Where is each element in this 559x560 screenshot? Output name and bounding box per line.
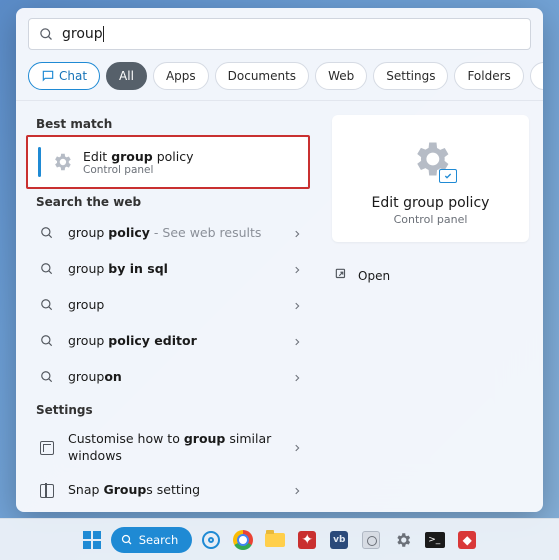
web-result-item[interactable]: group policy - See web results	[22, 215, 318, 251]
search-icon	[38, 298, 56, 312]
search-icon	[38, 262, 56, 276]
pill-settings[interactable]: Settings	[373, 62, 448, 90]
pill-documents[interactable]: Documents	[215, 62, 309, 90]
best-match-text: Edit group policy Control panel	[83, 149, 194, 176]
pill-label: Documents	[228, 69, 296, 83]
settings-result-item[interactable]: Choose what windows and tabs appear when…	[22, 509, 318, 512]
preview-card: Edit group policy Control panel	[332, 115, 529, 242]
taskbar-camera-icon[interactable]	[358, 527, 384, 553]
search-query-text: group	[62, 26, 103, 42]
search-icon	[38, 370, 56, 384]
taskbar: Search ✦ vb >_ ◆	[0, 518, 559, 560]
open-icon	[334, 266, 348, 285]
search-icon	[39, 27, 54, 42]
preview-title: Edit group policy	[372, 195, 490, 211]
taskbar-chrome-icon[interactable]	[230, 527, 256, 553]
pill-label: All	[119, 69, 134, 83]
pill-folders[interactable]: Folders	[454, 62, 523, 90]
gpedit-icon	[51, 151, 73, 173]
pill-web[interactable]: Web	[315, 62, 367, 90]
taskbar-search-label: Search	[139, 533, 179, 547]
taskbar-search-button[interactable]: Search	[111, 527, 193, 553]
results-left: Best match Edit group policy Control pan…	[16, 101, 318, 512]
result-text: group policy editor	[68, 333, 280, 350]
pill-label: Chat	[59, 69, 87, 83]
result-text: Snap Groups setting	[68, 482, 280, 499]
taskbar-target-icon[interactable]	[198, 527, 224, 553]
settings-result-item[interactable]: Snap Groups setting	[22, 473, 318, 509]
pill-all[interactable]: All	[106, 62, 147, 90]
result-text: group policy - See web results	[68, 225, 280, 242]
result-text: group by in sql	[68, 261, 280, 278]
taskbar-terminal-icon[interactable]: >_	[422, 527, 448, 553]
settings-results-list: Customise how to group similar windows S…	[22, 423, 318, 512]
settings-result-item[interactable]: Customise how to group similar windows	[22, 423, 318, 473]
web-result-item[interactable]: group by in sql	[22, 251, 318, 287]
web-result-item[interactable]: group policy editor	[22, 323, 318, 359]
search-icon	[38, 226, 56, 240]
taskbar-anydesk-icon[interactable]: ◆	[454, 527, 480, 553]
snap-icon	[38, 484, 56, 498]
search-icon	[38, 334, 56, 348]
text-cursor	[103, 26, 104, 42]
result-text: group	[68, 297, 280, 314]
chevron-right-icon	[292, 368, 302, 387]
pill-photos[interactable]: Photos	[530, 62, 543, 90]
open-action[interactable]: Open	[332, 260, 529, 291]
open-label: Open	[358, 269, 390, 283]
start-button[interactable]	[79, 527, 105, 553]
section-search-web: Search the web	[22, 187, 318, 215]
pill-apps[interactable]: Apps	[153, 62, 209, 90]
taskbar-settings-icon[interactable]	[390, 527, 416, 553]
pill-label: Apps	[166, 69, 196, 83]
check-badge-icon	[439, 169, 457, 183]
windows-icon	[38, 441, 56, 455]
taskbar-virtualbox-icon[interactable]: vb	[326, 527, 352, 553]
section-settings: Settings	[22, 395, 318, 423]
preview-icon	[409, 137, 453, 181]
taskbar-explorer-icon[interactable]	[262, 527, 288, 553]
web-result-item[interactable]: groupon	[22, 359, 318, 395]
pill-label: Web	[328, 69, 354, 83]
search-icon	[121, 534, 133, 546]
web-results-list: group policy - See web results group by …	[22, 215, 318, 395]
pill-chat[interactable]: Chat	[28, 62, 100, 90]
chevron-right-icon	[292, 260, 302, 279]
pill-label: Folders	[467, 69, 510, 83]
search-row: group	[16, 8, 543, 58]
chevron-right-icon	[292, 296, 302, 315]
chevron-right-icon	[292, 224, 302, 243]
result-text: Customise how to group similar windows	[68, 431, 280, 465]
windows-search-panel: group Chat All Apps Documents Web Settin…	[16, 8, 543, 512]
best-match-result[interactable]: Edit group policy Control panel	[28, 137, 308, 187]
preview-subtitle: Control panel	[394, 213, 468, 226]
section-best-match: Best match	[22, 109, 318, 137]
preview-pane: Edit group policy Control panel Open	[318, 101, 543, 512]
pill-label: Settings	[386, 69, 435, 83]
chevron-right-icon	[292, 332, 302, 351]
result-text: groupon	[68, 369, 280, 386]
chevron-right-icon	[292, 438, 302, 457]
results-columns: Best match Edit group policy Control pan…	[16, 101, 543, 512]
taskbar-extension-icon[interactable]: ✦	[294, 527, 320, 553]
search-box[interactable]: group	[28, 18, 531, 50]
web-result-item[interactable]: group	[22, 287, 318, 323]
filter-pills: Chat All Apps Documents Web Settings Fol…	[16, 58, 543, 101]
active-indicator	[38, 147, 41, 177]
chevron-right-icon	[292, 481, 302, 500]
